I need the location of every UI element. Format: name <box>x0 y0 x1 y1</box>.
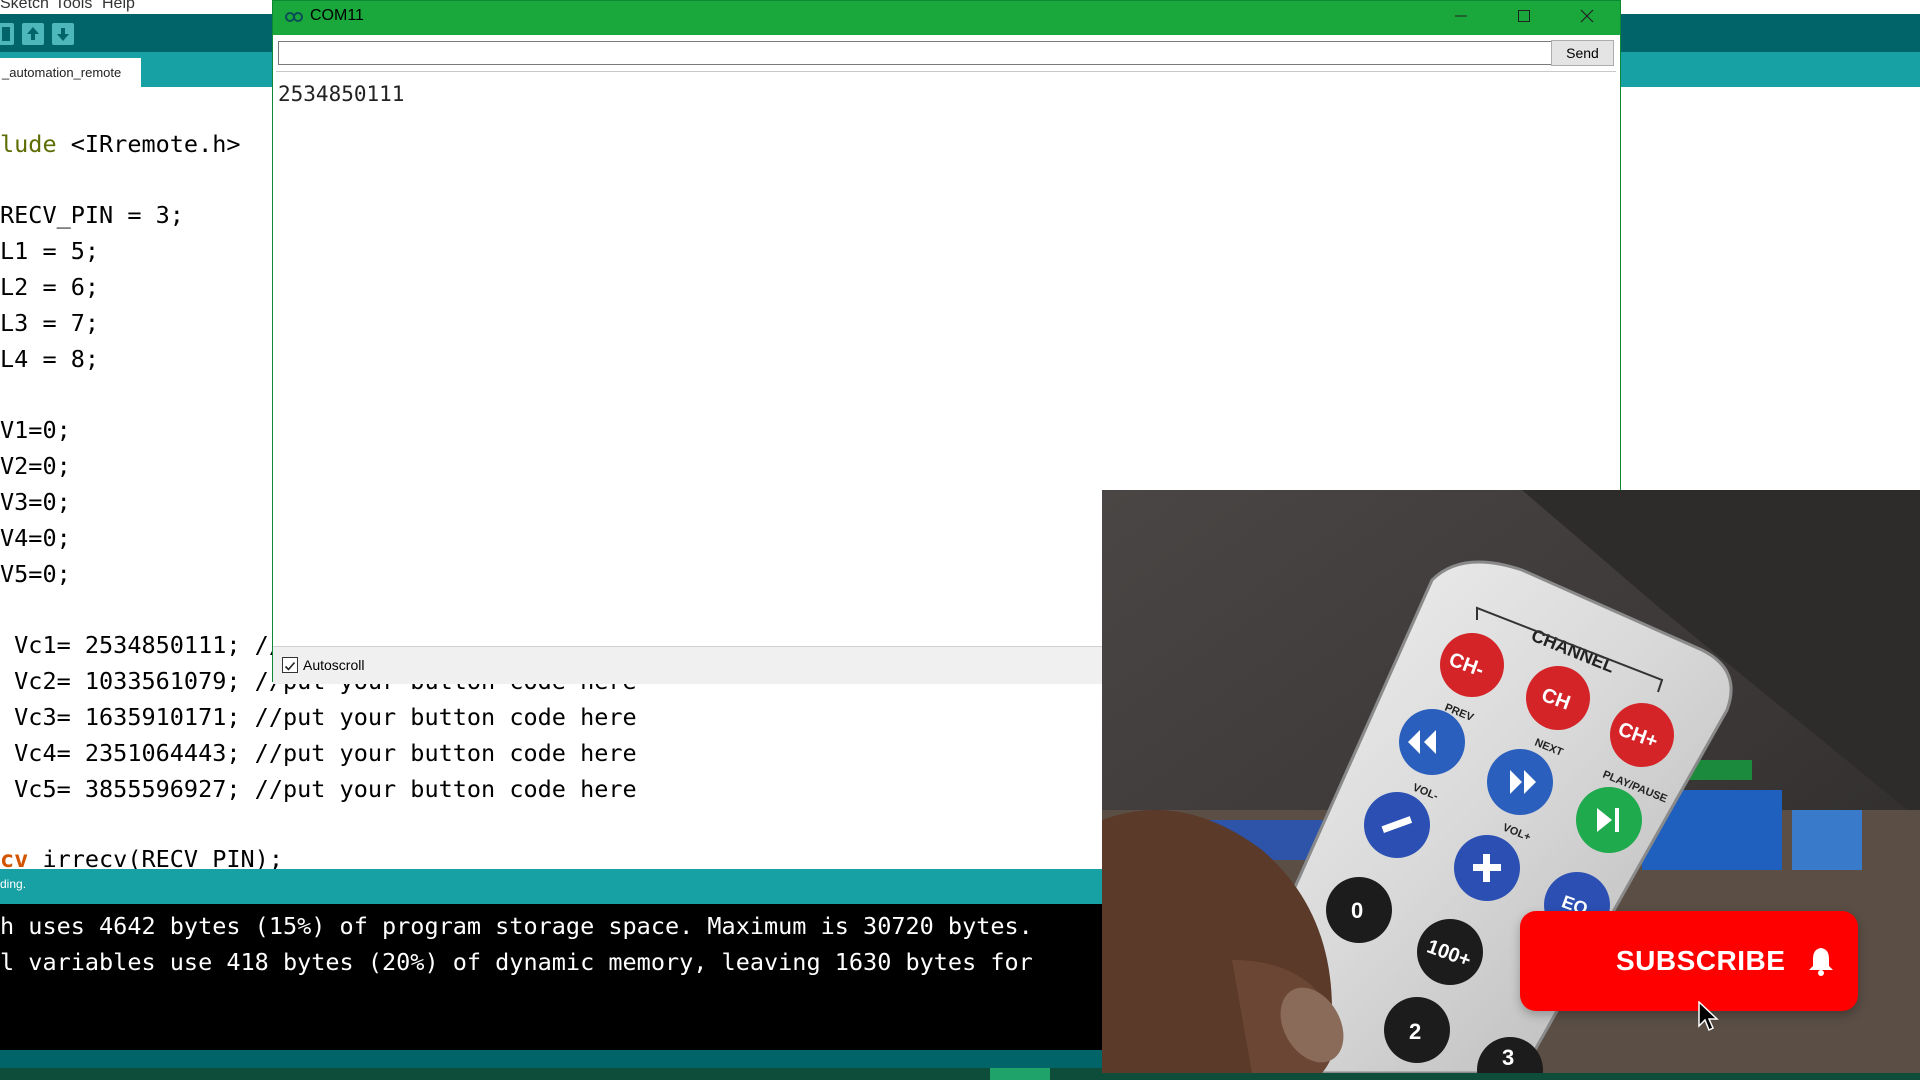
code-line: L1 = 5; <box>0 237 99 265</box>
subscribe-label: SUBSCRIBE <box>1616 945 1786 976</box>
code-token: RECV_PIN = 3; <box>0 201 184 229</box>
console-line: l variables use 418 bytes (20%) of dynam… <box>0 948 1033 976</box>
code-line: Vc4= 2351064443; //put your button code … <box>0 739 637 767</box>
code-line: L2 = 6; <box>0 273 99 301</box>
status-text: ding. <box>0 877 27 891</box>
remote-btn-3: 3 <box>1502 1045 1514 1070</box>
bell-icon <box>1809 948 1833 976</box>
serial-output-line: 2534850111 <box>278 82 405 106</box>
code-token: L1 = 5; <box>0 237 100 265</box>
serial-send-input[interactable] <box>278 41 1612 65</box>
code-token: V1=0; <box>0 416 71 444</box>
arrow-down-icon <box>57 28 69 41</box>
subscribe-button[interactable]: SUBSCRIBE <box>1520 911 1858 1011</box>
send-button[interactable]: Send <box>1551 40 1614 66</box>
menu-tools[interactable]: Tools <box>55 0 92 12</box>
code-token: V2=0; <box>0 452 71 480</box>
code-line: V5=0; <box>0 560 71 588</box>
code-token: L4 = 8; <box>0 345 100 373</box>
taskbar-active <box>990 1068 1050 1080</box>
code-line: V4=0; <box>0 524 71 552</box>
code-line: lude <IRremote.h> <box>0 130 241 158</box>
checkmark-icon <box>284 661 296 671</box>
window-title: COM11 <box>310 7 364 24</box>
mouse-cursor-icon <box>1698 1001 1719 1032</box>
menu-sketch[interactable]: Sketch <box>0 0 49 12</box>
code-line: V1=0; <box>0 416 71 444</box>
new-file-icon <box>2 27 10 41</box>
code-token: L2 = 6; <box>0 273 100 301</box>
code-line: RECV_PIN = 3; <box>0 201 184 229</box>
code-token: L3 = 7; <box>0 309 100 337</box>
code-token: Vc4= 2351064443; //put your button code … <box>0 739 637 767</box>
code-line: Vc3= 1635910171; //put your button code … <box>0 703 637 731</box>
sketch-tab[interactable]: _automation_remote <box>0 58 141 87</box>
code-line: Vc5= 3855596927; //put your button code … <box>0 775 637 803</box>
remote-btn-0: 0 <box>1351 898 1363 923</box>
autoscroll-label: Autoscroll <box>303 657 365 673</box>
arduino-icon <box>285 12 303 22</box>
serial-title-bar[interactable]: COM11 <box>273 1 1620 35</box>
new-sketch-button[interactable] <box>0 23 14 45</box>
code-line: L4 = 8; <box>0 345 99 373</box>
open-sketch-button[interactable] <box>22 23 44 45</box>
autoscroll-checkbox[interactable] <box>282 657 298 673</box>
maximize-button[interactable] <box>1493 1 1555 31</box>
code-line: L3 = 7; <box>0 309 99 337</box>
serial-input-row: Send <box>273 35 1620 71</box>
close-icon <box>1580 9 1594 23</box>
code-token: Vc3= 1635910171; //put your button code … <box>0 703 637 731</box>
code-token: V5=0; <box>0 560 71 588</box>
code-token: <IRremote.h> <box>56 130 241 158</box>
minimize-icon <box>1455 15 1467 17</box>
menu-help[interactable]: Help <box>102 0 135 12</box>
maximize-icon <box>1518 10 1530 22</box>
arrow-up-icon <box>27 27 39 40</box>
remote-btn-2: 2 <box>1409 1019 1421 1044</box>
close-button[interactable] <box>1556 1 1618 31</box>
minimize-button[interactable] <box>1430 1 1492 31</box>
code-line: V3=0; <box>0 488 71 516</box>
code-token: V3=0; <box>0 488 71 516</box>
save-sketch-button[interactable] <box>52 23 74 45</box>
code-token: lude <box>0 130 57 158</box>
code-token: Vc5= 3855596927; //put your button code … <box>0 775 637 803</box>
console-line: h uses 4642 bytes (15%) of program stora… <box>0 912 1033 940</box>
code-line: V2=0; <box>0 452 71 480</box>
code-token: V4=0; <box>0 524 71 552</box>
